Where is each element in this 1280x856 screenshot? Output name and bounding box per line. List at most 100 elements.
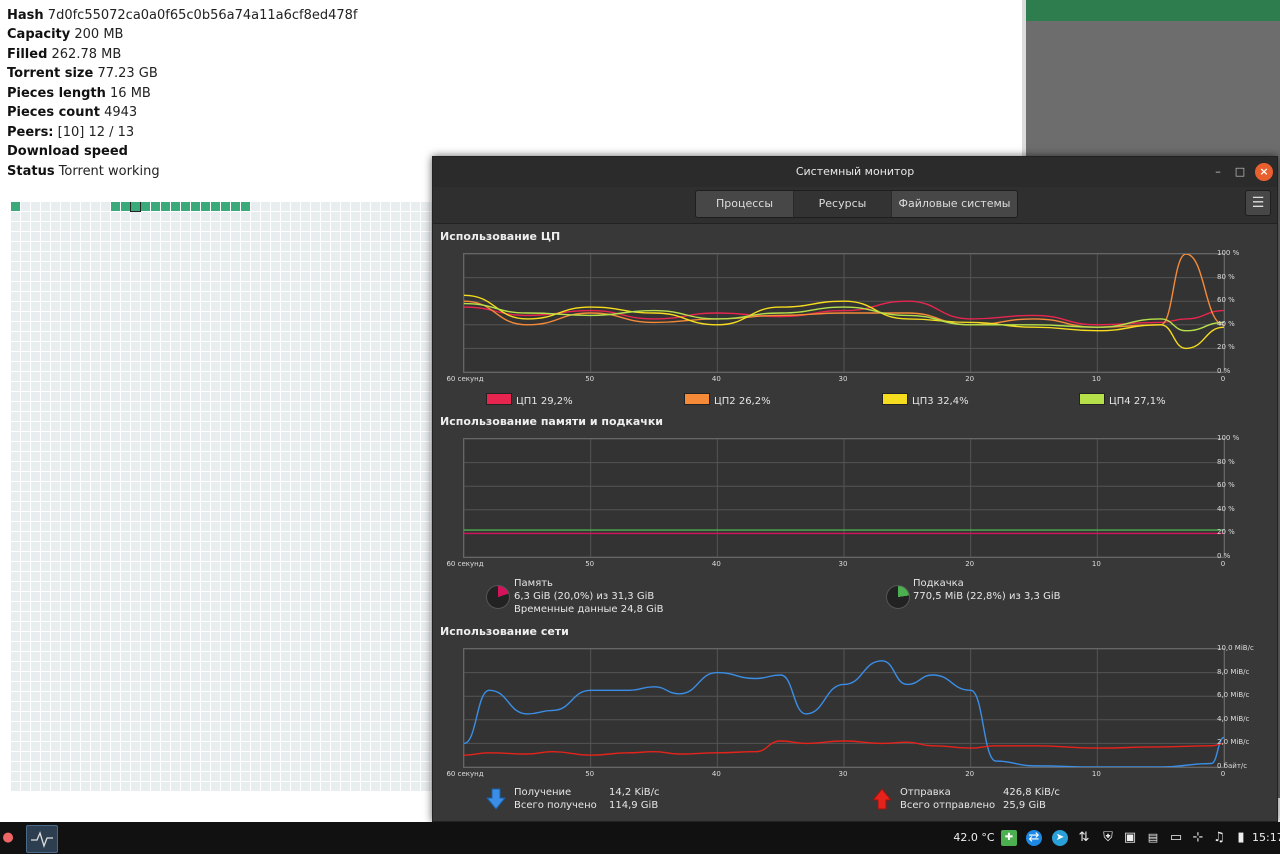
torrent-piece [31,582,40,591]
torrent-piece [31,532,40,541]
torrent-piece [311,612,320,621]
torrent-piece [21,202,30,211]
torrent-piece [11,392,20,401]
torrent-piece [71,562,80,571]
torrent-piece [91,282,100,291]
torrent-piece [151,362,160,371]
torrent-piece [161,562,170,571]
torrent-piece [231,592,240,601]
torrent-piece [11,502,20,511]
pieces-length-value: 16 MB [110,86,151,101]
torrent-piece [161,442,170,451]
torrent-piece [351,462,360,471]
torrent-piece [301,612,310,621]
torrent-piece [201,262,210,271]
torrent-piece [271,232,280,241]
torrent-piece [191,482,200,491]
torrent-piece [181,292,190,301]
torrent-piece [281,242,290,251]
torrent-piece [41,632,50,641]
torrent-piece [291,522,300,531]
torrent-piece [351,552,360,561]
torrent-piece [401,592,410,601]
torrent-piece [381,602,390,611]
torrent-piece [221,542,230,551]
torrent-piece [291,272,300,281]
torrent-piece [21,532,30,541]
torrent-piece [81,412,90,421]
torrent-piece [341,522,350,531]
torrent-piece [251,432,260,441]
torrent-piece [41,252,50,261]
torrent-piece [111,462,120,471]
torrent-piece [221,472,230,481]
torrent-piece [391,432,400,441]
torrent-piece [171,232,180,241]
torrent-piece [361,332,370,341]
torrent-piece [231,222,240,231]
torrent-piece [121,392,130,401]
torrent-piece [81,422,90,431]
torrent-piece [261,472,270,481]
torrent-piece [211,312,220,321]
torrent-piece [41,492,50,501]
torrent-piece [391,332,400,341]
torrent-piece [271,312,280,321]
torrent-piece [81,482,90,491]
torrent-piece [211,382,220,391]
torrent-piece [81,552,90,561]
torrent-piece [121,252,130,261]
torrent-piece [311,252,320,261]
torrent-piece [161,632,170,641]
torrent-piece [181,562,190,571]
torrent-piece [421,382,430,391]
torrent-piece [31,512,40,521]
torrent-piece [271,532,280,541]
torrent-piece [101,602,110,611]
torrent-piece [71,352,80,361]
torrent-piece [281,312,290,321]
torrent-piece [321,292,330,301]
torrent-piece [141,402,150,411]
torrent-piece [261,402,270,411]
torrent-piece [211,302,220,311]
torrent-piece [271,342,280,351]
torrent-piece [161,392,170,401]
torrent-piece [221,492,230,501]
torrent-piece [171,612,180,621]
torrent-piece [121,292,130,301]
torrent-piece [291,382,300,391]
torrent-piece [341,532,350,541]
torrent-piece [131,652,140,661]
torrent-piece [321,242,330,251]
torrent-piece [371,632,380,641]
torrent-piece [21,282,30,291]
torrent-piece [381,482,390,491]
torrent-piece [291,662,300,671]
torrent-piece [411,632,420,641]
torrent-piece [91,242,100,251]
torrent-piece [101,682,110,691]
torrent-piece [161,342,170,351]
torrent-piece [371,282,380,291]
torrent-piece [141,542,150,551]
torrent-piece [231,262,240,271]
torrent-piece [91,412,100,421]
torrent-piece [411,422,420,431]
torrent-piece [421,302,430,311]
torrent-piece [411,662,420,671]
torrent-piece [361,392,370,401]
torrent-piece [241,242,250,251]
torrent-piece [161,402,170,411]
torrent-piece [411,482,420,491]
torrent-piece [241,222,250,231]
torrent-piece [401,202,410,211]
torrent-piece [141,352,150,361]
torrent-piece [381,342,390,351]
torrent-piece [131,292,140,301]
torrent-piece [261,432,270,441]
torrent-piece [11,232,20,241]
torrent-piece [291,362,300,371]
torrent-piece [271,542,280,551]
torrent-piece [191,532,200,541]
